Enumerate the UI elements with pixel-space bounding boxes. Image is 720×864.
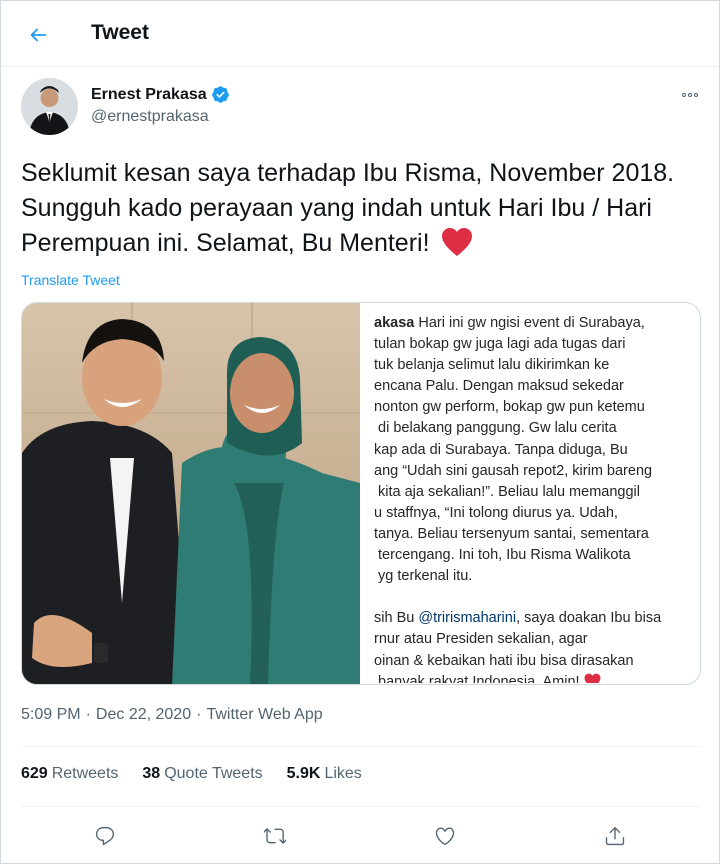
avatar-image [21,78,78,135]
caption-line: Hari ini gw ngisi event di Surabaya, [414,315,645,331]
caption-line: di belakang panggung. Gw lalu cerita [374,420,617,437]
caption-line: sih Bu [374,610,419,627]
tweet-meta: 5:09 PM · Dec 22, 2020 · Twitter Web App [21,706,323,724]
likes-stat[interactable]: 5.9K Likes [287,765,362,783]
caption-line: encana Palu. Dengan maksud sekedar [374,378,624,395]
share-icon [605,827,625,846]
caption-line: tercengang. Ini toh, Ibu Risma Walikota [374,547,631,564]
quote-tweets-stat[interactable]: 38 Quote Tweets [142,765,262,783]
photo [22,303,360,684]
translate-tweet-link[interactable]: Translate Tweet [21,272,120,288]
divider [21,746,701,747]
caption-line: rnur atau Presiden sekalian, agar [374,631,588,648]
media-caption: akasa Hari ini gw ngisi event di Surabay… [374,313,699,683]
likes-count: 5.9K [286,765,321,782]
avatar[interactable] [21,78,78,135]
action-bar [1,819,719,853]
like-button[interactable] [428,819,462,853]
caption-line: banyak rakyat Indonesia. Amin! [374,673,584,683]
verified-badge-icon [211,86,229,103]
reply-button[interactable] [88,819,122,853]
quote-tweets-count: 38 [142,765,161,782]
caption-line: , saya doakan Ibu bisa [516,610,662,627]
retweets-stat[interactable]: 629 Retweets [21,765,118,783]
meta-separator: · [196,706,202,723]
caption-line: tuk belanja selimut lalu dikirimkan ke [374,357,610,374]
caption-line: tulan bokap gw juga lagi ada tugas dari [374,336,626,353]
like-icon [435,827,455,845]
caption-line: tanya. Beliau tersenyum santai, sementar… [374,525,649,542]
likes-label: Likes [324,765,362,782]
more-options-button[interactable] [677,85,703,105]
more-dot-icon [682,93,686,97]
tweet-media[interactable]: akasa Hari ini gw ngisi event di Surabay… [21,302,701,685]
red-heart-icon [441,228,472,256]
meta-separator: · [85,706,91,723]
more-dot-icon [688,93,692,97]
caption-line: kap ada di Surabaya. Tanpa diduga, Bu [374,441,628,458]
share-button[interactable] [598,819,632,853]
author-name-row[interactable]: Ernest Prakasa [91,85,230,104]
caption-line: oinan & kebaikan hati ibu bisa dirasakan [374,652,634,669]
tweet-text: Seklumit kesan saya terhadap Ibu Risma, … [21,156,701,261]
divider [21,806,701,807]
caption-line: ang “Udah sini gausah repot2, kirim bare… [374,462,653,479]
tweet-stats: 629 Retweets 38 Quote Tweets 5.9K Likes [21,765,362,783]
caption-line: nonton gw perform, bokap gw pun ketemu [374,399,645,416]
caption-line: kita aja sekalian!”. Beliau lalu memangg… [374,483,640,500]
tweet-page: Tweet Ernest Prakasa @ernestprakasa Sekl… [0,0,720,864]
author-handle[interactable]: @ernestprakasa [91,108,209,126]
caption-heart-icon [584,673,601,683]
quote-tweets-label: Quote Tweets [164,765,263,782]
page-header: Tweet [1,1,719,67]
caption-mention: @trirismaharini [418,610,517,627]
arrow-left-icon [30,28,47,42]
tweet-date[interactable]: Dec 22, 2020 [96,706,191,724]
reply-icon [95,827,115,846]
tweet-time[interactable]: 5:09 PM [21,706,81,724]
retweet-icon [264,828,286,844]
tweet-body: Seklumit kesan saya terhadap Ibu Risma, … [21,159,675,257]
more-dot-icon [694,93,698,97]
author-name[interactable]: Ernest Prakasa [91,86,207,104]
retweets-count: 629 [21,765,48,782]
retweets-label: Retweets [51,765,119,782]
caption-line: yg terkenal itu. [374,568,473,585]
caption-line: u staffnya, “Ini tolong diurus ya. Udah, [374,504,618,521]
retweet-button[interactable] [258,819,292,853]
back-button[interactable] [23,21,53,49]
page-title: Tweet [91,21,149,44]
caption-handle: akasa [374,315,415,331]
tweet-source[interactable]: Twitter Web App [206,706,322,724]
